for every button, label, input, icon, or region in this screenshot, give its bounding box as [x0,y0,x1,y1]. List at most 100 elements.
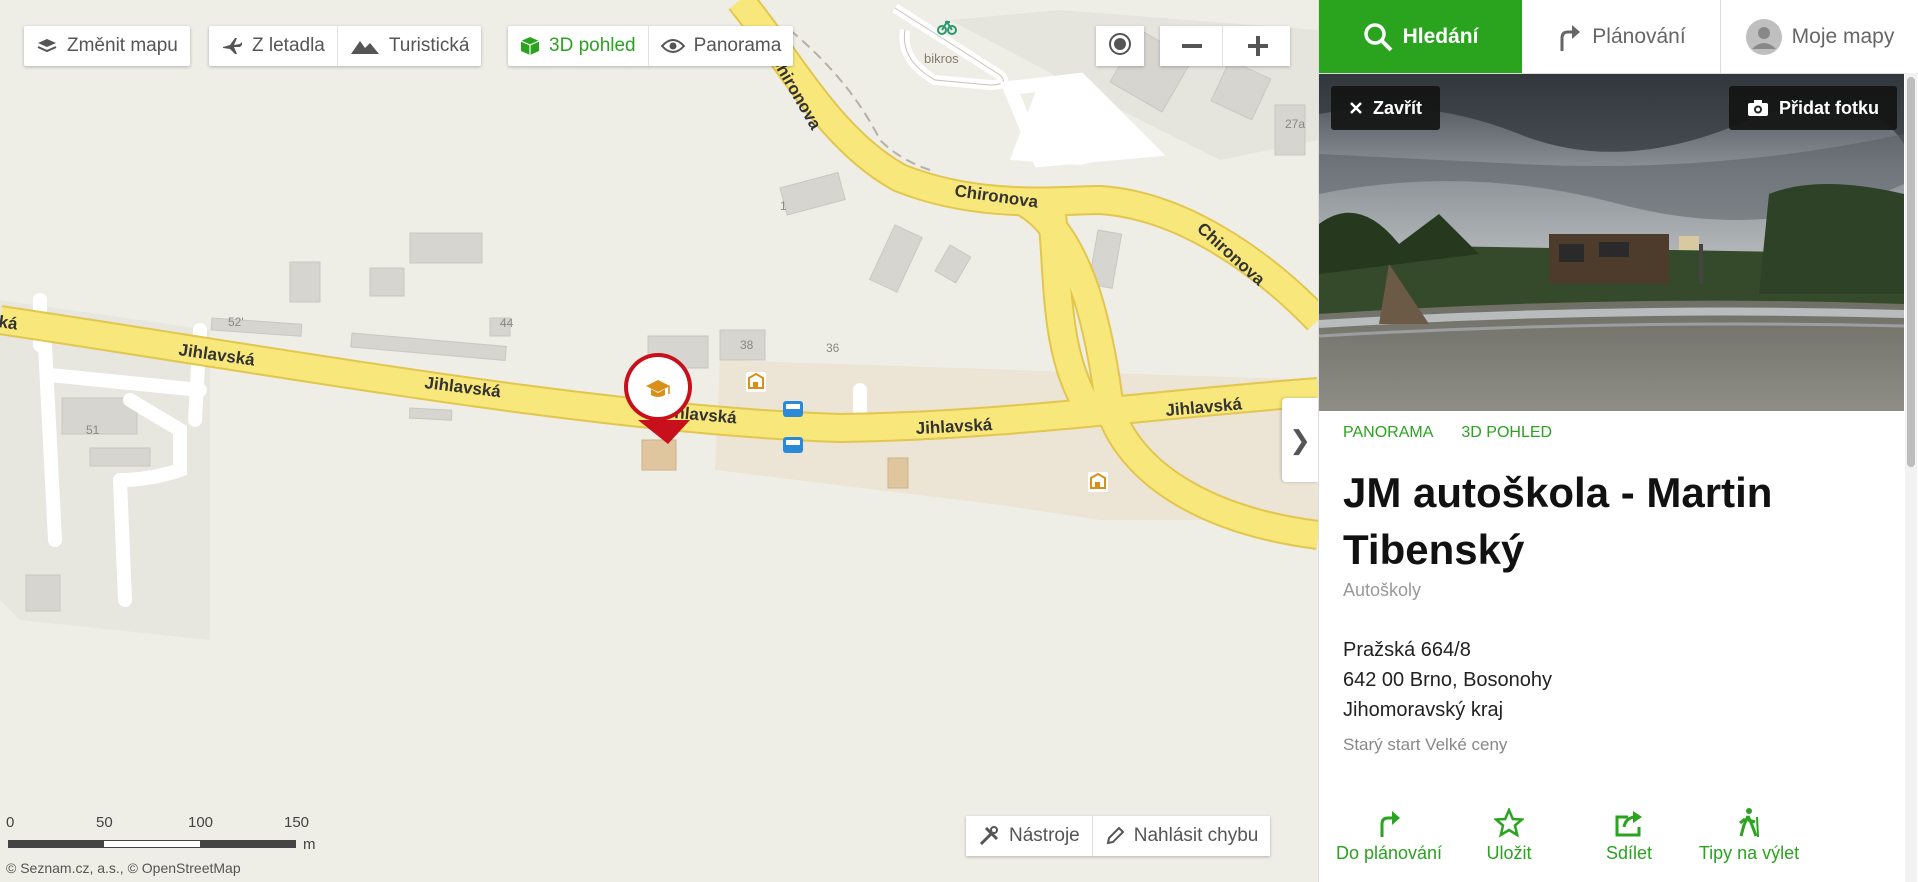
target-icon [1108,32,1132,61]
save-label: Uložit [1486,843,1532,863]
address-line: Jihomoravský kraj [1343,699,1504,721]
hiker-icon [1689,806,1809,840]
avatar-icon [1745,18,1782,55]
search-icon [1363,22,1393,52]
layers-icon [36,37,58,55]
3d-view-link[interactable]: 3D POHLED [1461,424,1552,442]
place-address: Pražská 664/8 642 00 Brno, Bosonohy Jiho… [1343,635,1895,725]
house-number: 52' [228,315,244,329]
add-photo-label: Přidat fotku [1779,97,1880,118]
map-base-layer: 27a 1 52' 44 38 36 51 ká Jihlavská Jihla… [0,0,1318,882]
tab-planning[interactable]: Plánování [1522,0,1721,73]
save-button[interactable]: Uložit [1449,806,1569,866]
bus-stop-icon[interactable] [783,437,803,453]
scale-segment [200,840,296,848]
school-poi-icon[interactable] [1088,472,1108,492]
bus-stop-icon[interactable] [783,401,803,417]
place-note: Starý start Velké ceny [1343,735,1508,754]
address-line: Pražská 664/8 [1343,639,1471,661]
3d-view-label: 3D pohled [549,35,636,56]
route-arrow-icon [1329,806,1449,840]
house-number: 1 [780,199,787,213]
tab-my-maps[interactable]: Moje mapy [1721,0,1918,73]
tab-search-label: Hledání [1402,24,1479,48]
close-button[interactable]: Zavřít [1331,86,1441,130]
chevron-right-icon: ❯ [1289,424,1311,455]
report-error-button[interactable]: Nahlásit chybu [1091,816,1271,856]
road-label-jihlavska: Jihlavská [915,415,993,438]
tab-search[interactable]: Hledání [1319,0,1522,73]
detail-panel: Hledání Plánování Moje mapy Zavřít Přida… [1318,0,1918,882]
scale-label: 100 [188,814,214,831]
collapse-panel-button[interactable]: ❯ [1282,398,1318,482]
scrollbar-thumb[interactable] [1907,77,1915,467]
trips-label: Tipy na výlet [1698,843,1800,863]
zoom-controls [1160,26,1290,66]
tools-label: Nástroje [1009,825,1080,846]
tab-my-maps-label: Moje mapy [1791,24,1895,48]
tourist-map-button[interactable]: Turistická [336,26,482,66]
airplane-icon [221,36,243,56]
scale-label: 150 [284,814,310,831]
share-button[interactable]: Sdílet [1569,806,1689,866]
place-title: JM autoškola - Martin Tibenský [1343,469,1773,573]
place-photo[interactable]: Zavřít Přidat fotku [1319,74,1904,411]
scale-segment [104,840,200,848]
scale-segment [8,840,104,848]
poi-label-bikros: bikros [924,51,959,66]
map-attribution[interactable]: © Seznam.cz, a.s., © OpenStreetMap [6,860,241,876]
aerial-view-label: Z letadla [252,35,325,56]
view-toolbar: 3D pohled Panorama [508,26,794,66]
close-label: Zavřít [1373,97,1423,118]
panorama-button[interactable]: Panorama [647,26,794,66]
map-type-toolbar: Z letadla Turistická [209,26,482,66]
panorama-label: Panorama [693,35,782,56]
map-scale: 0 50 100 150 m [6,814,318,854]
panel-scrollbar[interactable] [1905,73,1917,882]
change-map-button[interactable]: Změnit mapu [24,26,190,66]
scale-unit: m [303,836,316,853]
place-actions: Do plánování Uložit Sdílet Tipy na výlet [1319,806,1904,866]
bottom-tools-toolbar: Nástroje Nahlásit chybu [966,816,1271,856]
school-poi-icon[interactable] [746,372,766,392]
panorama-link[interactable]: PANORAMA [1343,424,1433,442]
tab-planning-label: Plánování [1592,24,1686,48]
tools-icon [978,825,1000,847]
minus-icon [1182,44,1203,48]
add-photo-button[interactable]: Přidat fotku [1729,86,1898,130]
map-canvas[interactable]: 27a 1 52' 44 38 36 51 ká Jihlavská Jihla… [0,0,1318,882]
zoom-in-button[interactable] [1228,26,1288,66]
mountain-icon [350,37,380,55]
house-number: 38 [740,338,754,352]
change-map-label: Změnit mapu [67,35,178,56]
eye-icon [660,38,685,54]
house-number: 51 [86,423,100,437]
view-links: PANORAMA 3D POHLED [1319,424,1918,442]
scale-label: 50 [96,814,113,831]
aerial-view-button[interactable]: Z letadla [209,26,337,66]
report-error-label: Nahlásit chybu [1133,825,1259,846]
zoom-out-button[interactable] [1162,26,1224,66]
trips-button[interactable]: Tipy na výlet [1689,806,1809,866]
close-icon [1349,101,1363,115]
tourist-map-label: Turistická [388,35,470,56]
plan-route-label: Do plánování [1335,843,1443,863]
star-icon [1449,806,1569,840]
road-label-jihlavska: ká [0,312,19,334]
camera-icon [1747,99,1769,117]
place-category[interactable]: Autoškoly [1343,580,1895,601]
share-icon [1569,806,1689,840]
tools-button[interactable]: Nástroje [966,816,1092,856]
plus-icon [1247,36,1268,56]
locate-me-button[interactable] [1096,26,1144,66]
address-line: 642 00 Brno, Bosonohy [1343,669,1553,691]
share-label: Sdílet [1605,843,1653,863]
change-map-toolbar: Změnit mapu [24,26,190,66]
scale-label: 0 [6,814,15,831]
plan-route-button[interactable]: Do plánování [1329,806,1449,866]
house-number: 44 [500,316,514,330]
3d-view-button[interactable]: 3D pohled [508,26,648,66]
cube-icon [520,36,540,56]
house-number: 27a [1285,117,1305,131]
house-number: 36 [826,341,840,355]
